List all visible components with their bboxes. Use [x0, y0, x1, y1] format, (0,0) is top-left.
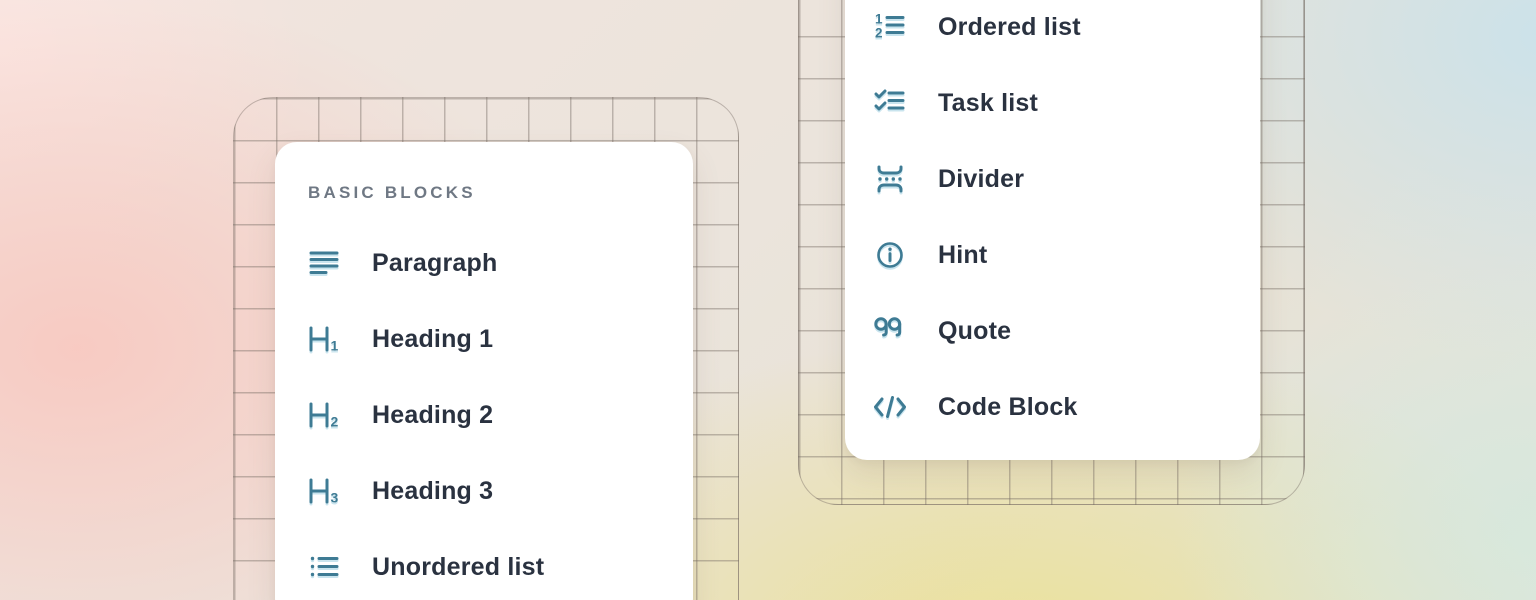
svg-text:3: 3	[331, 490, 339, 506]
menu-item-label: Code Block	[938, 393, 1078, 422]
menu-item-paragraph[interactable]: Paragraph	[275, 225, 693, 301]
menu-item-label: Heading 1	[372, 325, 493, 354]
basic-blocks-header: BASIC BLOCKS	[308, 183, 476, 203]
menu-item-code-block[interactable]: Code Block	[845, 369, 1260, 445]
menu-item-label: Divider	[938, 165, 1024, 194]
menu-item-heading-3[interactable]: 3 Heading 3	[275, 453, 693, 529]
block-picker-illustration: BASIC BLOCKS Paragraph 1 Heading 1 2	[0, 0, 1536, 600]
menu-item-heading-1[interactable]: 1 Heading 1	[275, 301, 693, 377]
heading-1-icon: 1	[306, 321, 342, 357]
menu-item-label: Hint	[938, 241, 987, 270]
code-block-icon	[872, 389, 908, 425]
blocks-menu-continued: 1 2 Ordered list Task list	[845, 0, 1260, 460]
svg-text:2: 2	[331, 414, 339, 430]
basic-blocks-menu: BASIC BLOCKS Paragraph 1 Heading 1 2	[275, 142, 693, 600]
svg-text:1: 1	[875, 12, 883, 27]
menu-item-unordered-list[interactable]: Unordered list	[275, 529, 693, 600]
menu-item-label: Paragraph	[372, 249, 497, 278]
menu-item-label: Ordered list	[938, 13, 1081, 42]
menu-item-heading-2[interactable]: 2 Heading 2	[275, 377, 693, 453]
svg-text:2: 2	[875, 26, 883, 41]
ordered-list-icon: 1 2	[872, 9, 908, 45]
menu-item-label: Task list	[938, 89, 1038, 118]
blocks-list: 1 2 Ordered list Task list	[845, 0, 1260, 445]
paragraph-icon	[306, 245, 342, 281]
menu-item-hint[interactable]: Hint	[845, 217, 1260, 293]
heading-2-icon: 2	[306, 397, 342, 433]
menu-item-divider[interactable]: Divider	[845, 141, 1260, 217]
task-list-icon	[872, 85, 908, 121]
hint-icon	[872, 237, 908, 273]
menu-item-label: Heading 3	[372, 477, 493, 506]
menu-item-task-list[interactable]: Task list	[845, 65, 1260, 141]
quote-icon	[872, 313, 908, 349]
menu-item-label: Unordered list	[372, 553, 544, 582]
menu-item-quote[interactable]: Quote	[845, 293, 1260, 369]
basic-blocks-list: Paragraph 1 Heading 1 2 Heading 2	[275, 225, 693, 600]
unordered-list-icon	[306, 549, 342, 585]
menu-item-label: Quote	[938, 317, 1011, 346]
svg-text:1: 1	[331, 338, 339, 354]
heading-3-icon: 3	[306, 473, 342, 509]
menu-item-label: Heading 2	[372, 401, 493, 430]
menu-item-ordered-list[interactable]: 1 2 Ordered list	[845, 0, 1260, 65]
divider-icon	[872, 161, 908, 197]
